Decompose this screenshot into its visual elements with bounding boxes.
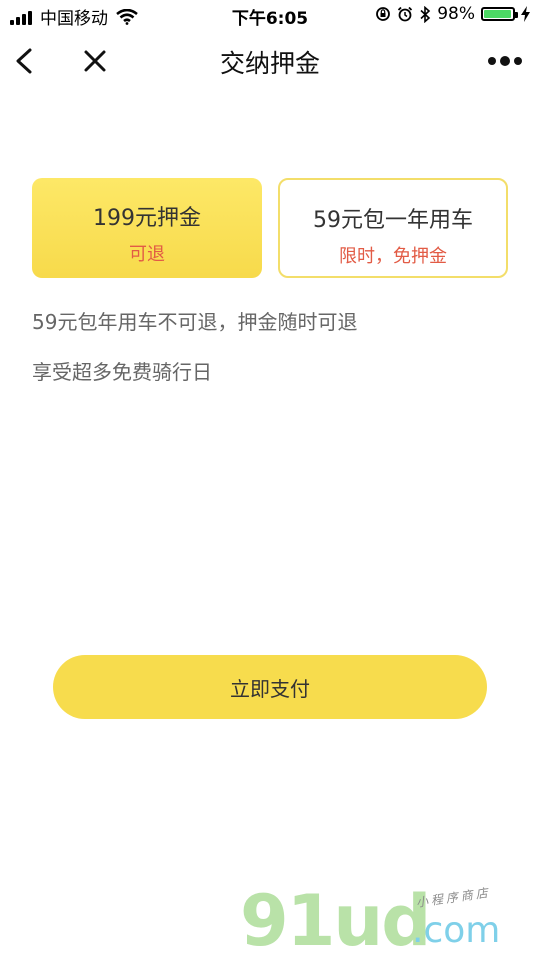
watermark-logo: 91ud (240, 880, 431, 962)
watermark: 91ud 小程序商店 .com (240, 880, 530, 962)
charging-icon (521, 6, 530, 22)
option-subtitle: 限时，免押金 (339, 246, 447, 267)
orientation-lock-icon (376, 7, 391, 21)
bluetooth-icon (420, 5, 431, 23)
page-title: 交纳押金 (219, 49, 320, 78)
deposit-options: 199元押金 可退 59元包一年用车 限时，免押金 (32, 178, 508, 278)
nav-bar: 交纳押金 (0, 32, 540, 90)
option-title: 199元押金 (93, 206, 201, 231)
option-annual-plan[interactable]: 59元包一年用车 限时，免押金 (278, 178, 508, 278)
status-bar: 中国移动 下午6:05 98% (0, 0, 540, 32)
option-deposit[interactable]: 199元押金 可退 (32, 178, 262, 278)
alarm-icon (398, 6, 413, 22)
battery-percent: 98% (437, 4, 475, 24)
battery-icon (481, 7, 518, 21)
more-icon[interactable] (486, 54, 524, 68)
description-free-days: 享受超多免费骑行日 (32, 360, 212, 384)
option-title: 59元包一年用车 (313, 208, 473, 233)
pay-now-button[interactable]: 立即支付 (53, 655, 487, 719)
description-refund: 59元包年用车不可退，押金随时可退 (32, 310, 358, 334)
status-right: 98% (369, 4, 530, 24)
watermark-domain: .com (412, 910, 501, 951)
option-subtitle: 可退 (129, 244, 165, 265)
